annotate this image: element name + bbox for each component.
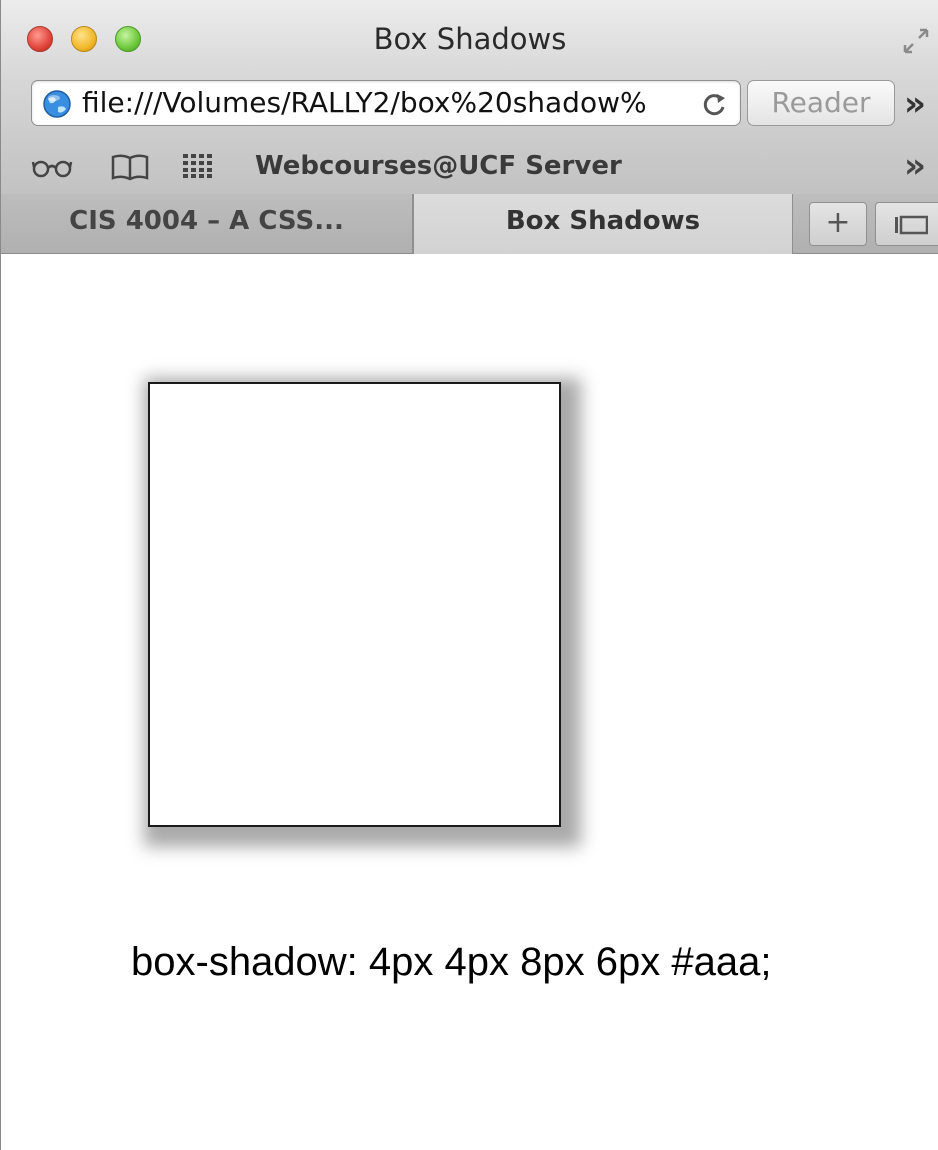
browser-window: Box Shadows file:///Volumes/RALLY2/box%2… <box>0 0 938 1150</box>
bookmarks-icon[interactable] <box>109 152 151 182</box>
bookmarks-overflow-button[interactable]: » <box>904 146 926 186</box>
globe-icon <box>43 90 71 118</box>
tab-overview-icon <box>895 215 928 235</box>
reading-list-icon[interactable] <box>31 152 73 182</box>
bookmark-webcourses[interactable]: Webcourses@UCF Server <box>255 151 622 181</box>
bookmarks-bar: Webcourses@UCF Server » <box>1 140 938 194</box>
tab-bar: CIS 4004 – A CSS... Box Shadows + <box>1 194 938 254</box>
fullscreen-icon[interactable] <box>901 26 931 56</box>
shadow-demo-box <box>148 382 561 827</box>
new-tab-button[interactable]: + <box>809 202 867 246</box>
tab-cis-4004[interactable]: CIS 4004 – A CSS... <box>1 194 413 253</box>
reader-button[interactable]: Reader <box>747 80 895 126</box>
tab-overview-button[interactable] <box>875 202 938 246</box>
address-bar[interactable]: file:///Volumes/RALLY2/box%20shadow% <box>31 80 741 126</box>
tab-box-shadows[interactable]: Box Shadows <box>413 194 793 254</box>
title-bar: Box Shadows <box>1 0 938 82</box>
box-shadow-caption: box-shadow: 4px 4px 8px 6px #aaa; <box>131 940 772 984</box>
page-content: box-shadow: 4px 4px 8px 6px #aaa; <box>1 254 938 1150</box>
top-sites-icon[interactable] <box>183 154 213 178</box>
url-field[interactable]: file:///Volumes/RALLY2/box%20shadow% <box>82 86 647 119</box>
reload-icon[interactable] <box>700 89 730 119</box>
window-title: Box Shadows <box>373 22 567 56</box>
toolbar-overflow-button[interactable]: » <box>904 84 926 124</box>
